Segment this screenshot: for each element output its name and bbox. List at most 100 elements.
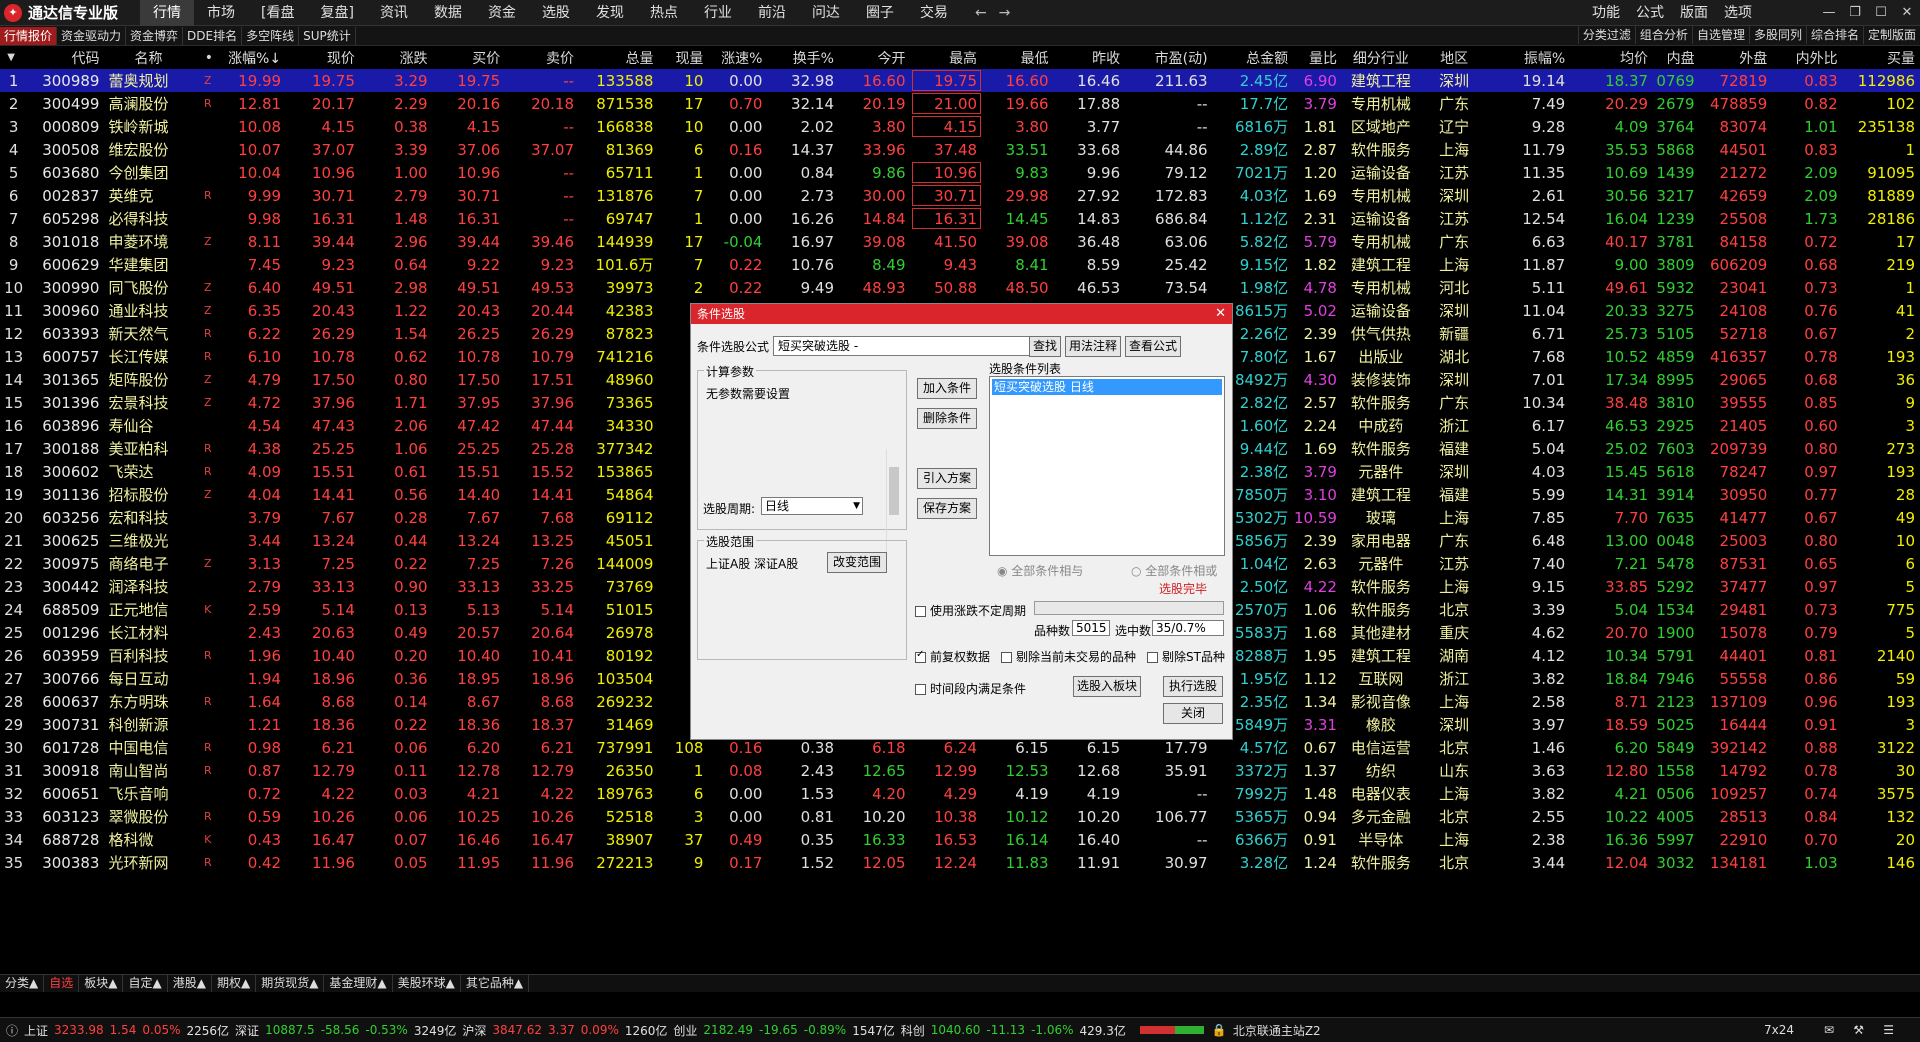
save-plan-button[interactable]: 保存方案 bbox=[917, 498, 977, 519]
menu-item[interactable]: 市场 bbox=[194, 0, 248, 26]
skip-st-checkbox[interactable]: 剔除ST品种 bbox=[1147, 648, 1225, 665]
column-header[interactable]: 今开 bbox=[839, 46, 911, 69]
table-row[interactable]: 3 000809 铁岭新城 10.08 4.15 0.38 4.15 -- 166838 10 0.… bbox=[0, 115, 1920, 138]
column-header[interactable]: 昨收 bbox=[1054, 46, 1126, 69]
use-period-checkbox[interactable]: 使用涨跌不定周期 bbox=[915, 602, 1026, 619]
bottom-tab[interactable]: 其它品种▲ bbox=[461, 975, 530, 992]
condition-list-item[interactable]: 短买突破选股 日线 bbox=[992, 379, 1222, 395]
column-header[interactable]: 外盘 bbox=[1700, 46, 1773, 69]
table-row[interactable]: 1 300989 蕾奥规划 Z 19.99 19.75 3.29 19.75 -- 133588 1… bbox=[0, 69, 1920, 92]
right-tab-item[interactable]: 组合分析 bbox=[1634, 26, 1692, 44]
menu-item[interactable]: 发现 bbox=[583, 0, 637, 26]
menu-item[interactable]: 行情 bbox=[140, 0, 194, 26]
right-menu-item[interactable]: 功能 bbox=[1584, 0, 1628, 26]
right-tab-item[interactable]: 定制版面 bbox=[1862, 26, 1920, 44]
menu-item[interactable]: 选股 bbox=[529, 0, 583, 26]
skip-st-check[interactable] bbox=[1147, 652, 1158, 663]
period-chevron-icon[interactable]: ▼ bbox=[853, 498, 860, 514]
tab-item[interactable]: DDE排名 bbox=[183, 26, 243, 45]
table-row[interactable]: 6 002837 英维克 R 9.99 30.71 2.79 30.71 -- 131876 7 0.… bbox=[0, 184, 1920, 207]
table-row[interactable]: 7 605298 必得科技 9.98 16.31 1.48 16.31 -- 69747 1 0.0… bbox=[0, 207, 1920, 230]
column-header[interactable]: 现量 bbox=[658, 46, 708, 69]
skip-untraded-checkbox[interactable]: 剔除当前未交易的品种 bbox=[1001, 648, 1136, 665]
tab-item[interactable]: SUP统计 bbox=[299, 26, 356, 45]
column-header[interactable]: 最低 bbox=[982, 46, 1054, 69]
restore-icon[interactable]: ❐ bbox=[1842, 0, 1868, 26]
formula-select[interactable]: 短买突破选股 - ▼ bbox=[773, 336, 1056, 356]
table-row[interactable]: 4 300508 维宏股份 10.07 37.07 3.39 37.06 37.07 81369… bbox=[0, 138, 1920, 161]
bottom-tab[interactable]: 自选 bbox=[44, 975, 80, 992]
column-header[interactable]: 换手% bbox=[767, 46, 839, 69]
menu-item[interactable]: 行业 bbox=[691, 0, 745, 26]
menu-item[interactable]: 资讯 bbox=[367, 0, 421, 26]
column-header[interactable]: 买价 bbox=[433, 46, 506, 69]
change-range-button[interactable]: 改变范围 bbox=[827, 552, 887, 573]
right-tab-item[interactable]: 自选管理 bbox=[1691, 26, 1749, 44]
column-header[interactable]: 代码 bbox=[27, 46, 104, 69]
menu-item[interactable]: [看盘 bbox=[248, 0, 307, 26]
close-window-icon[interactable]: ✕ bbox=[1894, 0, 1920, 26]
table-row[interactable]: 33 603123 翠微股份 R 0.59 10.26 0.06 10.25 10.26 5251… bbox=[0, 805, 1920, 828]
menu-item[interactable]: 数据 bbox=[421, 0, 475, 26]
all-or-radio[interactable]: ○ 全部条件相或 bbox=[1131, 562, 1217, 579]
bottom-tab[interactable]: 自定▲ bbox=[123, 975, 168, 992]
column-header[interactable]: 市盈(动) bbox=[1125, 46, 1212, 69]
tab-item[interactable]: 多空阵线 bbox=[242, 26, 300, 45]
menu-item[interactable]: 资金 bbox=[475, 0, 529, 26]
bottom-tab[interactable]: 板块▲ bbox=[79, 975, 124, 992]
fq-checkbox[interactable]: 前复权数据 bbox=[915, 648, 990, 665]
back-icon[interactable]: ← bbox=[975, 5, 987, 21]
column-header[interactable]: 振幅% bbox=[1488, 46, 1570, 69]
find-button[interactable]: 查找 bbox=[1029, 336, 1061, 357]
view-formula-button[interactable]: 查看公式 bbox=[1125, 336, 1181, 357]
table-row[interactable]: 9 600629 华建集团 7.45 9.23 0.64 9.22 9.23 101.6万 7 0.… bbox=[0, 253, 1920, 276]
bottom-tab[interactable]: 美股环球▲ bbox=[393, 975, 461, 992]
column-header[interactable]: 细分行业 bbox=[1342, 46, 1425, 69]
column-header[interactable]: 涨跌 bbox=[360, 46, 433, 69]
right-tab-item[interactable]: 综合排名 bbox=[1805, 26, 1863, 44]
right-menu-item[interactable]: 选项 bbox=[1716, 0, 1760, 26]
table-row[interactable]: 5 603680 今创集团 10.04 10.96 1.00 10.96 -- 65711 1 0.… bbox=[0, 161, 1920, 184]
column-header[interactable]: 现价 bbox=[286, 46, 360, 69]
table-row[interactable]: 31 300918 南山智尚 R 0.87 12.79 0.11 12.78 12.79 2635… bbox=[0, 759, 1920, 782]
menu-item[interactable]: 交易 bbox=[907, 0, 961, 26]
tab-item[interactable]: 资金驱动力 bbox=[57, 26, 127, 45]
maximize-icon[interactable]: ☐ bbox=[1868, 0, 1894, 26]
column-header[interactable]: 总量 bbox=[579, 46, 658, 69]
bottom-tab[interactable]: 期权▲ bbox=[212, 975, 257, 992]
lock-icon[interactable]: 🔒 bbox=[1212, 1023, 1227, 1037]
status-info-icon[interactable]: ⓘ bbox=[6, 1022, 18, 1039]
fq-check[interactable] bbox=[915, 649, 926, 663]
right-tab-item[interactable]: 分类过滤 bbox=[1577, 26, 1635, 44]
params-scroll-thumb[interactable] bbox=[889, 467, 899, 515]
column-header[interactable]: • bbox=[198, 46, 218, 69]
column-header[interactable]: 均价 bbox=[1570, 46, 1653, 69]
alert-icon[interactable]: ✉ bbox=[1824, 1023, 1834, 1037]
menu-icon[interactable]: ☰ bbox=[1883, 1023, 1894, 1037]
menu-item[interactable]: 热点 bbox=[637, 0, 691, 26]
table-row[interactable]: 35 300383 光环新网 R 0.42 11.96 0.05 11.95 11.96 2722… bbox=[0, 851, 1920, 874]
menu-item[interactable]: 圈子 bbox=[853, 0, 907, 26]
bottom-tab[interactable]: 期货现货▲ bbox=[256, 975, 325, 992]
tab-item[interactable]: 行情报价 bbox=[0, 26, 58, 45]
column-header[interactable]: 内外比 bbox=[1772, 46, 1842, 69]
delete-condition-button[interactable]: 删除条件 bbox=[917, 408, 977, 429]
import-plan-button[interactable]: 引入方案 bbox=[917, 468, 977, 489]
column-header[interactable]: 总金额 bbox=[1213, 46, 1294, 69]
column-header[interactable]: 名称 bbox=[104, 46, 197, 69]
column-header[interactable]: 卖价 bbox=[505, 46, 579, 69]
close-button[interactable]: 关闭 bbox=[1163, 703, 1223, 724]
table-row[interactable]: 34 688728 格科微 K 0.43 16.47 0.07 16.46 16.47 38907… bbox=[0, 828, 1920, 851]
column-header[interactable]: 涨速% bbox=[708, 46, 767, 69]
period-select[interactable]: 日线 ▼ bbox=[761, 497, 863, 515]
dialog-close-icon[interactable]: ✕ bbox=[1215, 304, 1226, 324]
add-condition-button[interactable]: 加入条件 bbox=[917, 378, 977, 399]
table-row[interactable]: 8 301018 申菱环境 Z 8.11 39.44 2.96 39.44 39.46 14493… bbox=[0, 230, 1920, 253]
mode-label[interactable]: 7x24 bbox=[1764, 1023, 1794, 1037]
condition-list[interactable]: 短买突破选股 日线 bbox=[989, 376, 1225, 556]
table-row[interactable]: 2 300499 高澜股份 R 12.81 20.17 2.29 20.16 20.18 8715… bbox=[0, 92, 1920, 115]
bottom-tab[interactable]: 基金理财▲ bbox=[324, 975, 393, 992]
column-header[interactable]: 地区 bbox=[1425, 46, 1489, 69]
right-menu-item[interactable]: 版面 bbox=[1672, 0, 1716, 26]
menu-item[interactable]: 前沿 bbox=[745, 0, 799, 26]
